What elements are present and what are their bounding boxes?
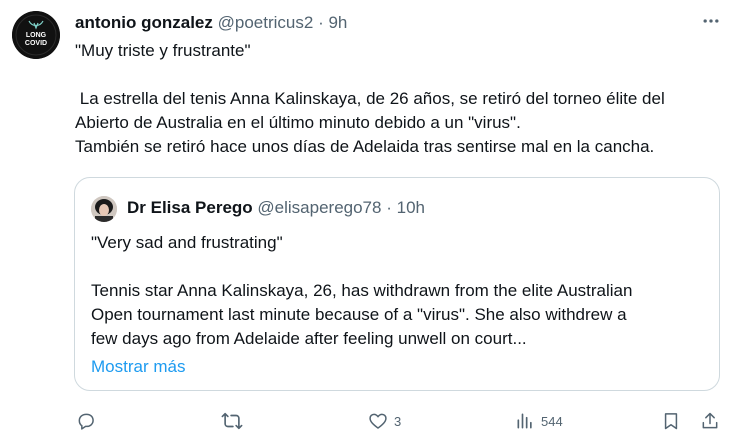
retweet-icon <box>221 412 243 430</box>
quoted-text-line: Tennis star Anna Kalinskaya, 26, has wit… <box>91 281 633 300</box>
author-handle[interactable]: @poetricus2 <box>218 13 314 32</box>
like-button[interactable]: 3 <box>368 405 401 437</box>
views-icon <box>517 413 532 429</box>
reply-button[interactable] <box>76 405 96 437</box>
quoted-author-avatar[interactable] <box>91 196 117 222</box>
reply-icon <box>78 413 94 430</box>
quoted-text: "Very sad and frustrating" Tennis star A… <box>91 231 701 351</box>
show-more-link[interactable]: Mostrar más <box>91 356 185 378</box>
tweet[interactable]: LONG COVID antonio gonzalez @poetricus2 … <box>0 0 736 442</box>
quoted-separator: · <box>386 198 392 217</box>
quoted-text-line: "Very sad and frustrating" <box>91 233 283 252</box>
retweet-button[interactable] <box>221 405 243 437</box>
tweet-time[interactable]: 9h <box>328 13 347 32</box>
quoted-time[interactable]: 10h <box>397 198 425 217</box>
bookmark-icon <box>664 413 678 430</box>
quoted-text-line: few days ago from Adelaide after feeling… <box>91 329 527 348</box>
views-button[interactable]: 544 <box>515 405 563 437</box>
quoted-header: Dr Elisa Perego @elisaperego78 · 10h <box>127 197 425 219</box>
share-icon <box>702 412 718 429</box>
heart-icon <box>369 413 387 429</box>
header-separator: · <box>318 13 324 32</box>
tweet-header: antonio gonzalez @poetricus2 · 9h <box>75 12 347 34</box>
tweet-text-line: También se retiró hace unos días de Adel… <box>75 137 655 156</box>
action-bar: 3 544 <box>0 405 736 437</box>
author-avatar[interactable]: LONG COVID <box>12 11 60 59</box>
quoted-author-name[interactable]: Dr Elisa Perego <box>127 198 253 217</box>
tweet-text-line: Abierto de Australia en el último minuto… <box>75 113 521 132</box>
quoted-text-line: Open tournament last minute because of a… <box>91 305 627 324</box>
author-name[interactable]: antonio gonzalez <box>75 13 213 32</box>
tweet-text: "Muy triste y frustrante" La estrella de… <box>75 39 725 159</box>
more-options-button[interactable] <box>700 10 722 32</box>
more-icon <box>703 19 719 23</box>
avatar-text-line1: LONG <box>26 32 47 39</box>
like-count: 3 <box>394 413 402 429</box>
bookmark-button[interactable] <box>661 405 681 437</box>
quoted-tweet[interactable]: Dr Elisa Perego @elisaperego78 · 10h "Ve… <box>74 177 720 391</box>
share-button[interactable] <box>700 405 720 437</box>
quoted-author-handle[interactable]: @elisaperego78 <box>257 198 381 217</box>
tweet-text-line: "Muy triste y frustrante" <box>75 41 251 60</box>
avatar-text-line2: COVID <box>25 40 47 47</box>
views-count: 544 <box>541 413 563 429</box>
tweet-text-line: La estrella del tenis Anna Kalinskaya, d… <box>75 89 665 108</box>
